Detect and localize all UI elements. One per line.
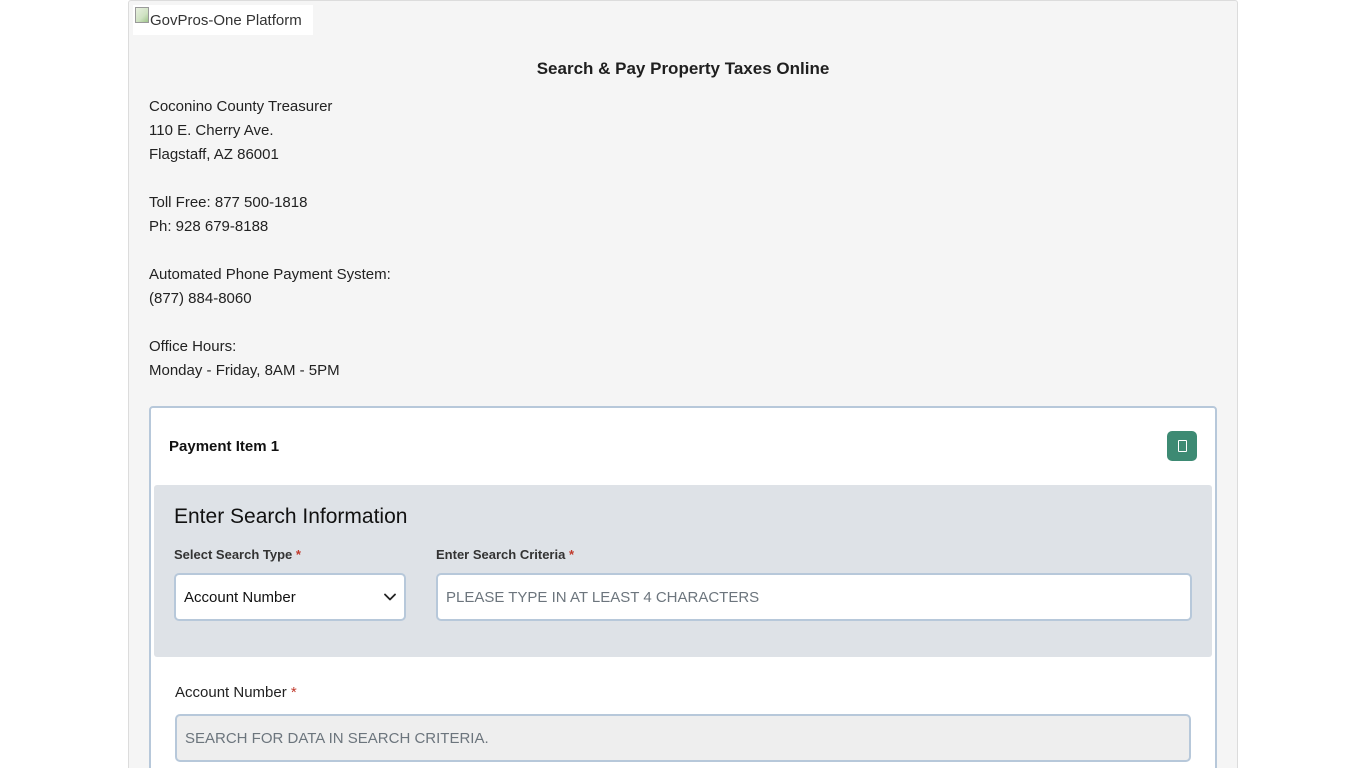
required-mark: * <box>290 684 297 701</box>
chevron-down-icon <box>384 593 396 601</box>
search-criteria-label: Enter Search Criteria * <box>436 547 575 562</box>
platform-logo[interactable]: GovPros-One Platform <box>133 5 313 35</box>
required-mark: * <box>295 547 301 562</box>
search-type-value: Account Number <box>184 588 296 606</box>
payment-item-title: Payment Item 1 <box>169 438 280 455</box>
payment-item-card: Payment Item 1 Enter Search Information … <box>149 406 1217 768</box>
square-icon <box>1177 440 1187 452</box>
automated-phone-number: (877) 884-8060 <box>149 290 252 307</box>
account-number-field[interactable]: SEARCH FOR DATA IN SEARCH CRITERIA. <box>175 714 1191 762</box>
office-hours-label: Office Hours: <box>149 338 237 355</box>
page-title: Search & Pay Property Taxes Online <box>536 59 830 78</box>
payment-item-action-button[interactable] <box>1167 431 1197 461</box>
search-heading: Enter Search Information <box>174 505 408 528</box>
office-info: Coconino County Treasurer 110 E. Cherry … <box>149 95 391 383</box>
office-name: Coconino County Treasurer <box>149 98 333 115</box>
payment-item-header: Payment Item 1 <box>151 408 1215 486</box>
automated-phone-label: Automated Phone Payment System: <box>149 266 391 283</box>
required-mark: * <box>568 547 575 562</box>
office-phone: Ph: 928 679-8188 <box>149 218 269 235</box>
page-container: GovPros-One Platform Search & Pay Proper… <box>128 0 1238 768</box>
office-hours: Monday - Friday, 8AM - 5PM <box>149 362 340 379</box>
account-number-label: Account Number * <box>175 684 297 701</box>
logo-alt-text: GovPros-One Platform <box>150 11 302 29</box>
search-type-label: Select Search Type * <box>174 547 301 562</box>
toll-free-phone: Toll Free: 877 500-1818 <box>149 194 308 211</box>
search-type-select[interactable]: Account Number <box>174 573 406 621</box>
broken-image-icon <box>135 7 149 23</box>
office-street: 110 E. Cherry Ave. <box>149 122 274 139</box>
office-city: Flagstaff, AZ 86001 <box>149 146 279 163</box>
search-criteria-input[interactable]: PLEASE TYPE IN AT LEAST 4 CHARACTERS <box>436 573 1192 621</box>
search-panel: Enter Search Information Select Search T… <box>154 485 1212 657</box>
